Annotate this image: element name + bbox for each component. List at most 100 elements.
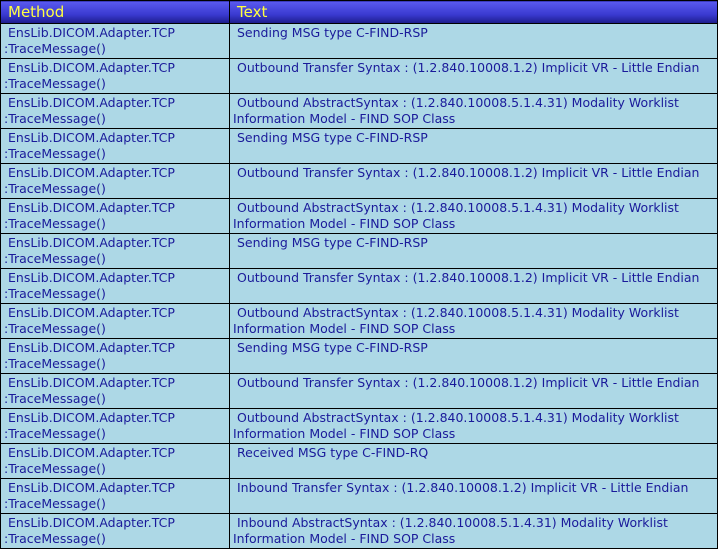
method-class: EnsLib.DICOM.Adapter.TCP <box>8 200 175 215</box>
method-class: EnsLib.DICOM.Adapter.TCP <box>8 515 175 530</box>
text-line-continued: Information Model - FIND SOP Class <box>233 531 456 546</box>
text-cell: Inbound AbstractSyntax : (1.2.840.10008.… <box>229 513 718 549</box>
table-row[interactable]: EnsLib.DICOM.Adapter.TCP:TraceMessage() O… <box>0 268 718 304</box>
header-row: Method Text <box>0 0 718 24</box>
method-name: :TraceMessage() <box>4 356 106 371</box>
text-header[interactable]: Text <box>229 0 718 24</box>
text-cell: Inbound Transfer Syntax : (1.2.840.10008… <box>229 478 718 514</box>
text-line: Sending MSG type C-FIND-RSP <box>237 130 428 145</box>
trace-table: Method Text EnsLib.DICOM.Adapter.TCP:Tra… <box>0 0 718 549</box>
table-row[interactable]: EnsLib.DICOM.Adapter.TCP:TraceMessage() O… <box>0 303 718 339</box>
method-cell: EnsLib.DICOM.Adapter.TCP:TraceMessage() <box>0 198 230 234</box>
method-class: EnsLib.DICOM.Adapter.TCP <box>8 60 175 75</box>
table-body: EnsLib.DICOM.Adapter.TCP:TraceMessage() S… <box>0 23 718 549</box>
text-cell: Sending MSG type C-FIND-RSP <box>229 128 718 164</box>
text-line: Outbound Transfer Syntax : (1.2.840.1000… <box>237 270 700 285</box>
method-cell: EnsLib.DICOM.Adapter.TCP:TraceMessage() <box>0 478 230 514</box>
method-cell: EnsLib.DICOM.Adapter.TCP:TraceMessage() <box>0 163 230 199</box>
method-cell: EnsLib.DICOM.Adapter.TCP:TraceMessage() <box>0 373 230 409</box>
text-line: Received MSG type C-FIND-RQ <box>237 445 429 460</box>
method-header[interactable]: Method <box>0 0 230 24</box>
table-row[interactable]: EnsLib.DICOM.Adapter.TCP:TraceMessage() S… <box>0 23 718 59</box>
method-cell: EnsLib.DICOM.Adapter.TCP:TraceMessage() <box>0 93 230 129</box>
method-class: EnsLib.DICOM.Adapter.TCP <box>8 95 175 110</box>
method-class: EnsLib.DICOM.Adapter.TCP <box>8 305 175 320</box>
table-row[interactable]: EnsLib.DICOM.Adapter.TCP:TraceMessage() O… <box>0 58 718 94</box>
table-row[interactable]: EnsLib.DICOM.Adapter.TCP:TraceMessage() O… <box>0 373 718 409</box>
method-cell: EnsLib.DICOM.Adapter.TCP:TraceMessage() <box>0 513 230 549</box>
method-cell: EnsLib.DICOM.Adapter.TCP:TraceMessage() <box>0 338 230 374</box>
table-row[interactable]: EnsLib.DICOM.Adapter.TCP:TraceMessage() R… <box>0 443 718 479</box>
text-cell: Outbound AbstractSyntax : (1.2.840.10008… <box>229 408 718 444</box>
text-line: Outbound Transfer Syntax : (1.2.840.1000… <box>237 60 700 75</box>
method-name: :TraceMessage() <box>4 531 106 546</box>
method-cell: EnsLib.DICOM.Adapter.TCP:TraceMessage() <box>0 408 230 444</box>
text-cell: Outbound AbstractSyntax : (1.2.840.10008… <box>229 303 718 339</box>
text-line: Outbound AbstractSyntax : (1.2.840.10008… <box>237 410 679 425</box>
method-class: EnsLib.DICOM.Adapter.TCP <box>8 340 175 355</box>
method-name: :TraceMessage() <box>4 426 106 441</box>
method-name: :TraceMessage() <box>4 461 106 476</box>
method-class: EnsLib.DICOM.Adapter.TCP <box>8 410 175 425</box>
table-row[interactable]: EnsLib.DICOM.Adapter.TCP:TraceMessage() I… <box>0 513 718 549</box>
text-cell: Outbound Transfer Syntax : (1.2.840.1000… <box>229 163 718 199</box>
method-class: EnsLib.DICOM.Adapter.TCP <box>8 165 175 180</box>
method-cell: EnsLib.DICOM.Adapter.TCP:TraceMessage() <box>0 233 230 269</box>
method-name: :TraceMessage() <box>4 146 106 161</box>
table-row[interactable]: EnsLib.DICOM.Adapter.TCP:TraceMessage() O… <box>0 198 718 234</box>
method-class: EnsLib.DICOM.Adapter.TCP <box>8 235 175 250</box>
table-row[interactable]: EnsLib.DICOM.Adapter.TCP:TraceMessage() O… <box>0 408 718 444</box>
text-line: Outbound Transfer Syntax : (1.2.840.1000… <box>237 165 700 180</box>
method-class: EnsLib.DICOM.Adapter.TCP <box>8 270 175 285</box>
text-line-continued: Information Model - FIND SOP Class <box>233 216 456 231</box>
text-line: Sending MSG type C-FIND-RSP <box>237 25 428 40</box>
text-cell: Outbound Transfer Syntax : (1.2.840.1000… <box>229 58 718 94</box>
text-cell: Outbound AbstractSyntax : (1.2.840.10008… <box>229 198 718 234</box>
method-name: :TraceMessage() <box>4 111 106 126</box>
table-row[interactable]: EnsLib.DICOM.Adapter.TCP:TraceMessage() S… <box>0 128 718 164</box>
method-name: :TraceMessage() <box>4 181 106 196</box>
method-cell: EnsLib.DICOM.Adapter.TCP:TraceMessage() <box>0 303 230 339</box>
method-cell: EnsLib.DICOM.Adapter.TCP:TraceMessage() <box>0 23 230 59</box>
text-line-continued: Information Model - FIND SOP Class <box>233 111 456 126</box>
method-name: :TraceMessage() <box>4 76 106 91</box>
text-cell: Outbound Transfer Syntax : (1.2.840.1000… <box>229 268 718 304</box>
text-line: Outbound AbstractSyntax : (1.2.840.10008… <box>237 95 679 110</box>
table-row[interactable]: EnsLib.DICOM.Adapter.TCP:TraceMessage() S… <box>0 233 718 269</box>
text-line: Outbound AbstractSyntax : (1.2.840.10008… <box>237 305 679 320</box>
text-line: Sending MSG type C-FIND-RSP <box>237 235 428 250</box>
table-row[interactable]: EnsLib.DICOM.Adapter.TCP:TraceMessage() I… <box>0 478 718 514</box>
text-line: Inbound Transfer Syntax : (1.2.840.10008… <box>237 480 689 495</box>
method-class: EnsLib.DICOM.Adapter.TCP <box>8 375 175 390</box>
text-cell: Sending MSG type C-FIND-RSP <box>229 233 718 269</box>
text-line: Outbound AbstractSyntax : (1.2.840.10008… <box>237 200 679 215</box>
text-cell: Received MSG type C-FIND-RQ <box>229 443 718 479</box>
text-cell: Outbound AbstractSyntax : (1.2.840.10008… <box>229 93 718 129</box>
method-name: :TraceMessage() <box>4 321 106 336</box>
text-line: Outbound Transfer Syntax : (1.2.840.1000… <box>237 375 700 390</box>
method-cell: EnsLib.DICOM.Adapter.TCP:TraceMessage() <box>0 128 230 164</box>
method-name: :TraceMessage() <box>4 286 106 301</box>
method-name: :TraceMessage() <box>4 41 106 56</box>
table-row[interactable]: EnsLib.DICOM.Adapter.TCP:TraceMessage() S… <box>0 338 718 374</box>
text-cell: Sending MSG type C-FIND-RSP <box>229 338 718 374</box>
method-class: EnsLib.DICOM.Adapter.TCP <box>8 25 175 40</box>
table-row[interactable]: EnsLib.DICOM.Adapter.TCP:TraceMessage() O… <box>0 163 718 199</box>
text-line: Sending MSG type C-FIND-RSP <box>237 340 428 355</box>
method-class: EnsLib.DICOM.Adapter.TCP <box>8 480 175 495</box>
method-name: :TraceMessage() <box>4 496 106 511</box>
text-line-continued: Information Model - FIND SOP Class <box>233 321 456 336</box>
method-name: :TraceMessage() <box>4 216 106 231</box>
method-name: :TraceMessage() <box>4 251 106 266</box>
text-line: Inbound AbstractSyntax : (1.2.840.10008.… <box>237 515 668 530</box>
text-cell: Sending MSG type C-FIND-RSP <box>229 23 718 59</box>
text-cell: Outbound Transfer Syntax : (1.2.840.1000… <box>229 373 718 409</box>
text-line-continued: Information Model - FIND SOP Class <box>233 426 456 441</box>
method-class: EnsLib.DICOM.Adapter.TCP <box>8 445 175 460</box>
method-cell: EnsLib.DICOM.Adapter.TCP:TraceMessage() <box>0 58 230 94</box>
method-cell: EnsLib.DICOM.Adapter.TCP:TraceMessage() <box>0 268 230 304</box>
method-cell: EnsLib.DICOM.Adapter.TCP:TraceMessage() <box>0 443 230 479</box>
method-name: :TraceMessage() <box>4 391 106 406</box>
table-row[interactable]: EnsLib.DICOM.Adapter.TCP:TraceMessage() O… <box>0 93 718 129</box>
method-class: EnsLib.DICOM.Adapter.TCP <box>8 130 175 145</box>
